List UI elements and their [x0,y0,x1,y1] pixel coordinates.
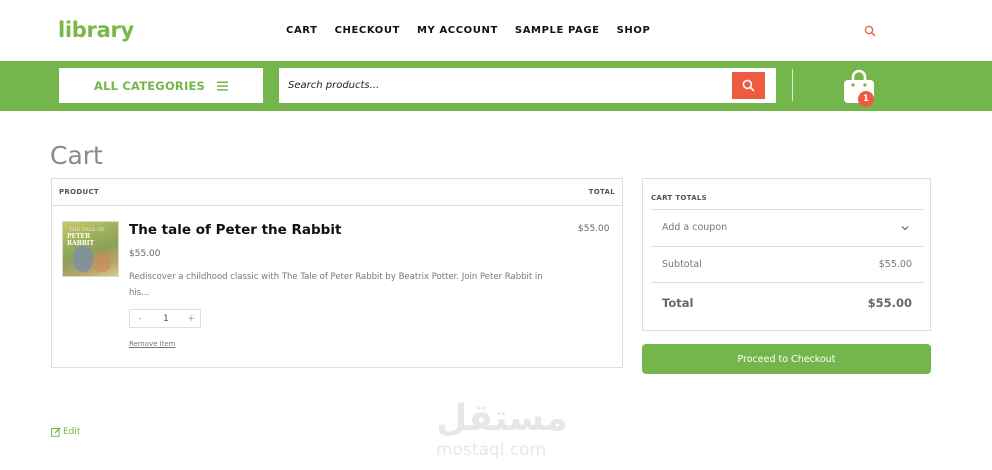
edit-link[interactable]: Edit [51,427,80,437]
search-input[interactable] [288,77,718,94]
cart-totals-heading: CART TOTALS [651,194,708,202]
proceed-to-checkout-button[interactable]: Proceed to Checkout [642,344,931,374]
menu-icon [217,81,228,91]
page-title: Cart [50,141,103,170]
edit-label: Edit [63,427,81,437]
product-name[interactable]: The tale of Peter the Rabbit [129,222,341,238]
chevron-down-icon[interactable] [901,224,909,232]
main-nav: CART CHECKOUT MY ACCOUNT SAMPLE PAGE SHO… [286,25,650,36]
subtotal-value: $55.00 [878,259,912,270]
divider [651,246,924,247]
top-header: library CART CHECKOUT MY ACCOUNT SAMPLE … [0,0,992,61]
quantity-decrease-button[interactable]: - [130,314,150,324]
nav-link-cart[interactable]: CART [286,25,318,36]
subtotal-label: Subtotal [662,259,702,270]
total-value: $55.00 [867,296,912,310]
cart-totals-panel: CART TOTALS Add a coupon Subtotal $55.00… [642,178,931,331]
all-categories-label: ALL CATEGORIES [94,78,205,93]
all-categories-button[interactable]: ALL CATEGORIES [59,68,263,103]
quantity-stepper[interactable]: - 1 + [129,309,201,328]
quantity-value[interactable]: 1 [150,314,182,324]
watermark-logo: مستقل mostaql.com [434,398,568,464]
product-price: $55.00 [129,249,161,259]
line-total: $55.00 [578,224,610,234]
divider [651,282,924,283]
search-button[interactable] [732,72,765,99]
thumbnail-illustration [73,246,93,272]
remove-item-link[interactable]: Remove item [129,340,175,348]
watermark-arabic-text: مستقل [436,398,568,439]
quantity-increase-button[interactable]: + [182,314,200,324]
table-header: PRODUCT TOTAL [52,179,622,206]
product-search [279,68,776,103]
product-description: Rediscover a childhood classic with The … [129,272,543,298]
product-thumbnail[interactable]: THE TALE OF PETER RABBIT [62,221,119,277]
nav-link-sample-page[interactable]: SAMPLE PAGE [515,25,600,36]
site-logo[interactable]: library [58,18,134,42]
edit-icon [51,427,61,437]
cart-count-badge: 1 [858,91,874,107]
search-icon[interactable] [864,25,876,37]
thumbnail-illustration [93,252,111,272]
watermark-latin-text: mostaql.com [436,440,547,460]
thumbnail-text-line2: PETER RABBIT [67,233,95,247]
divider [651,209,924,210]
cart-items-table: PRODUCT TOTAL THE TALE OF PETER RABBIT T… [51,178,623,368]
search-icon [742,79,755,92]
column-header-product: PRODUCT [59,188,99,196]
nav-link-checkout[interactable]: CHECKOUT [335,25,400,36]
nav-link-shop[interactable]: SHOP [617,25,651,36]
column-header-total: TOTAL [588,188,615,196]
header-divider [792,69,793,101]
category-search-bar: ALL CATEGORIES 1 [0,61,992,111]
nav-link-my-account[interactable]: MY ACCOUNT [417,25,498,36]
add-coupon-toggle[interactable]: Add a coupon [662,222,727,233]
total-label: Total [662,296,694,310]
